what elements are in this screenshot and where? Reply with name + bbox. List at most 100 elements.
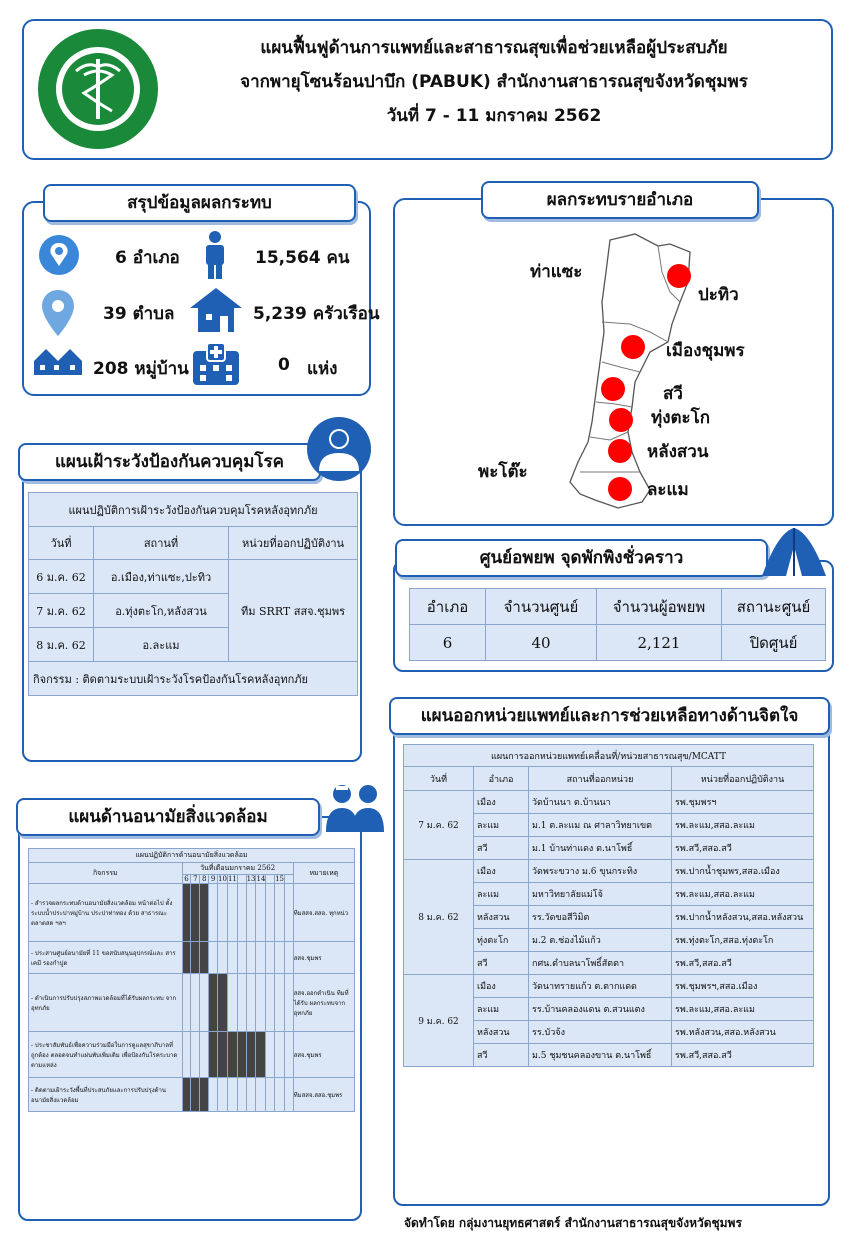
- label-thung-tako: ทุ่งตะโก: [651, 408, 711, 428]
- environment-note: สสจ.ชุมพร: [292, 941, 356, 974]
- village-icon: [32, 343, 84, 381]
- environment-schedule-cell: [265, 941, 276, 974]
- mcatt-place: ม.1 บ้านท่าแดง ต.นาโพธิ์: [528, 836, 672, 860]
- mcatt-place: วัดบ้านนา ต.บ้านนา: [528, 790, 672, 814]
- mcatt-district: หลังสวน: [473, 1020, 529, 1044]
- mcatt-unit: รพ.ชุมพรฯ,สสอ.เมือง: [671, 974, 814, 998]
- mcatt-district: ละแม: [473, 813, 529, 837]
- surveillance-unit: ทีม SRRT สสจ.ชุมพร: [228, 559, 358, 662]
- stat-villages: 208 หมู่บ้าน: [93, 359, 189, 379]
- environment-day-col: 8: [199, 874, 210, 884]
- label-lang-suan: หลังสวน: [647, 442, 709, 462]
- map-pin-icon: [40, 288, 76, 342]
- environment-schedule-cell: [190, 883, 201, 942]
- label-sawi: สวี: [663, 384, 683, 404]
- mcatt-district: เมือง: [473, 790, 529, 814]
- location-pin-icon: [38, 234, 80, 280]
- environment-schedule-cell: [190, 973, 201, 1032]
- environment-schedule-cell: [226, 973, 238, 1032]
- environment-day-col: 9: [208, 874, 219, 884]
- environment-schedule-cell: [245, 883, 257, 942]
- mcatt-unit: รพ.ละแม,สสอ.ละแม: [671, 882, 814, 906]
- mcatt-place: วัดนาทรายแก้ว ต.ตากแดด: [528, 974, 672, 998]
- shelter-val-district: 6: [409, 624, 486, 661]
- mcatt-col-district: อำเภอ: [473, 766, 529, 791]
- header-line-1: แผนฟื้นฟูด้านการแพทย์และสาธารณสุขเพื่อช่…: [260, 38, 728, 58]
- mcatt-district: สวี: [473, 836, 529, 860]
- environment-schedule-cell: [208, 973, 219, 1032]
- environment-schedule-cell: [208, 883, 219, 942]
- mcatt-place: รร.วัดขอสีวิมิต: [528, 905, 672, 929]
- label-lamae: ละแม: [647, 480, 689, 500]
- mcatt-place: วัดพระขวาง ม.6 ขุนกระทิง: [528, 859, 672, 883]
- environment-activity: - ประชาสัมพันธ์เพื่อความร่วมมือในการดูแล…: [28, 1031, 183, 1078]
- environment-schedule-cell: [190, 1077, 201, 1112]
- hospital-icon: [191, 341, 241, 391]
- mcatt-unit: รพ.ปากน้ำชุมพร,สสอ.เมือง: [671, 859, 814, 883]
- surveillance-table: แผนปฏิบัติการเฝ้าระวังป้องกันควบคุมโรคหล…: [28, 492, 358, 696]
- environment-schedule-cell: [284, 883, 294, 942]
- mcatt-col-date: วันที่: [403, 766, 474, 791]
- mcatt-district: หลังสวน: [473, 905, 529, 929]
- surveillance-title: แผนเฝ้าระวังป้องกันควบคุมโรค: [18, 443, 321, 481]
- surveillance-row-1-place: อ.เมือง,ท่าแซะ,ปะทิว: [93, 559, 229, 594]
- mcatt-table-title: แผนการออกหน่วยแพทย์เคลื่อนที่/หน่วยสาธาร…: [403, 744, 814, 767]
- environment-schedule-cell: [181, 1077, 192, 1112]
- environment-schedule-cell: [236, 941, 247, 974]
- environment-schedule-cell: [199, 941, 210, 974]
- mcatt-col-place: สถานที่ออกหน่วย: [528, 766, 672, 791]
- header-line-2: จากพายุโซนร้อนปาบึก (PABUK) สำนักงานสาธา…: [240, 72, 748, 92]
- mcatt-unit: รพ.ละแม,สสอ.ละแม: [671, 997, 814, 1021]
- environment-schedule-cell: [236, 1031, 247, 1078]
- environment-schedule-cell: [284, 941, 294, 974]
- environment-note: ทีมสสจ.สสอ. ทุกหน่ว: [292, 883, 356, 942]
- environment-schedule-cell: [190, 1031, 201, 1078]
- environment-day-col: [284, 874, 294, 884]
- environment-schedule-cell: [208, 1077, 219, 1112]
- mcatt-place: รร.บ้านคลองแดน ต.สวนแตง: [528, 997, 672, 1021]
- mcatt-district: เมือง: [473, 974, 529, 998]
- header-line-3: วันที่ 7 - 11 มกราคม 2562: [386, 106, 602, 126]
- mcatt-unit: รพ.หลังสวน,สสอ.หลังสวน: [671, 1020, 814, 1044]
- environment-schedule-cell: [255, 883, 267, 942]
- mcatt-place: กศน.ตำบลนาโพธิ์สัตตา: [528, 951, 672, 975]
- stat-facilities-count: 0: [278, 355, 290, 375]
- mcatt-unit: รพ.ปากน้ำหลังสวน,สสอ.หลังสวน: [671, 905, 814, 929]
- map-dot-lamae: [608, 477, 632, 501]
- health-worker-icon: [322, 780, 390, 838]
- label-phato: พะโต๊ะ: [478, 462, 528, 482]
- environment-table: แผนปฏิบัติการด้านอนามัยสิ่งแวดล้อม กิจกร…: [28, 848, 356, 1112]
- environment-schedule-cell: [255, 973, 267, 1032]
- mcatt-unit: รพ.สวี,สสอ.สวี: [671, 836, 814, 860]
- environment-day-col: 10: [217, 874, 228, 884]
- environment-schedule-cell: [217, 883, 228, 942]
- label-pathio: ปะทิว: [698, 285, 739, 305]
- environment-schedule-cell: [274, 973, 286, 1032]
- person-icon: [200, 230, 230, 284]
- environment-schedule-cell: [199, 973, 210, 1032]
- surveillance-col-date: วันที่: [28, 526, 94, 560]
- summary-title: สรุปข้อมูลผลกระทบ: [43, 184, 356, 222]
- environment-day-col: 13: [245, 874, 257, 884]
- environment-schedule-cell: [226, 1077, 238, 1112]
- environment-schedule-cell: [245, 941, 257, 974]
- surveillance-row-2-date: 7 ม.ค. 62: [28, 593, 94, 628]
- environment-schedule-cell: [226, 941, 238, 974]
- environment-schedule-cell: [226, 883, 238, 942]
- environment-schedule-cell: [236, 1077, 247, 1112]
- label-mueang: เมืองชุมพร: [666, 341, 745, 361]
- mcatt-date: 8 ม.ค. 62: [403, 859, 474, 975]
- shelter-val-status: ปิดศูนย์: [721, 624, 826, 661]
- stat-households: 5,239 ครัวเรือน: [253, 304, 380, 324]
- mcatt-row: 8 ม.ค. 62 เมือง วัดพระขวาง ม.6 ขุนกระทิง รพ…: [403, 859, 814, 975]
- environment-activity: - ประสานศูนย์อนามัยที่ 11 ขอสนับสนุนอุปก…: [28, 941, 183, 974]
- environment-schedule-cell: [265, 1031, 276, 1078]
- map-dot-thung-tako: [609, 408, 633, 432]
- environment-schedule-cell: [226, 1031, 238, 1078]
- mcatt-district: ทุ่งตะโก: [473, 928, 529, 952]
- mcatt-district: เมือง: [473, 859, 529, 883]
- environment-schedule-cell: [245, 973, 257, 1032]
- surveillance-activity: กิจกรรม : ติดตามระบบเฝ้าระวังโรคป้องกันโ…: [28, 661, 358, 696]
- environment-day-col: 15: [274, 874, 286, 884]
- environment-schedule-cell: [284, 1077, 294, 1112]
